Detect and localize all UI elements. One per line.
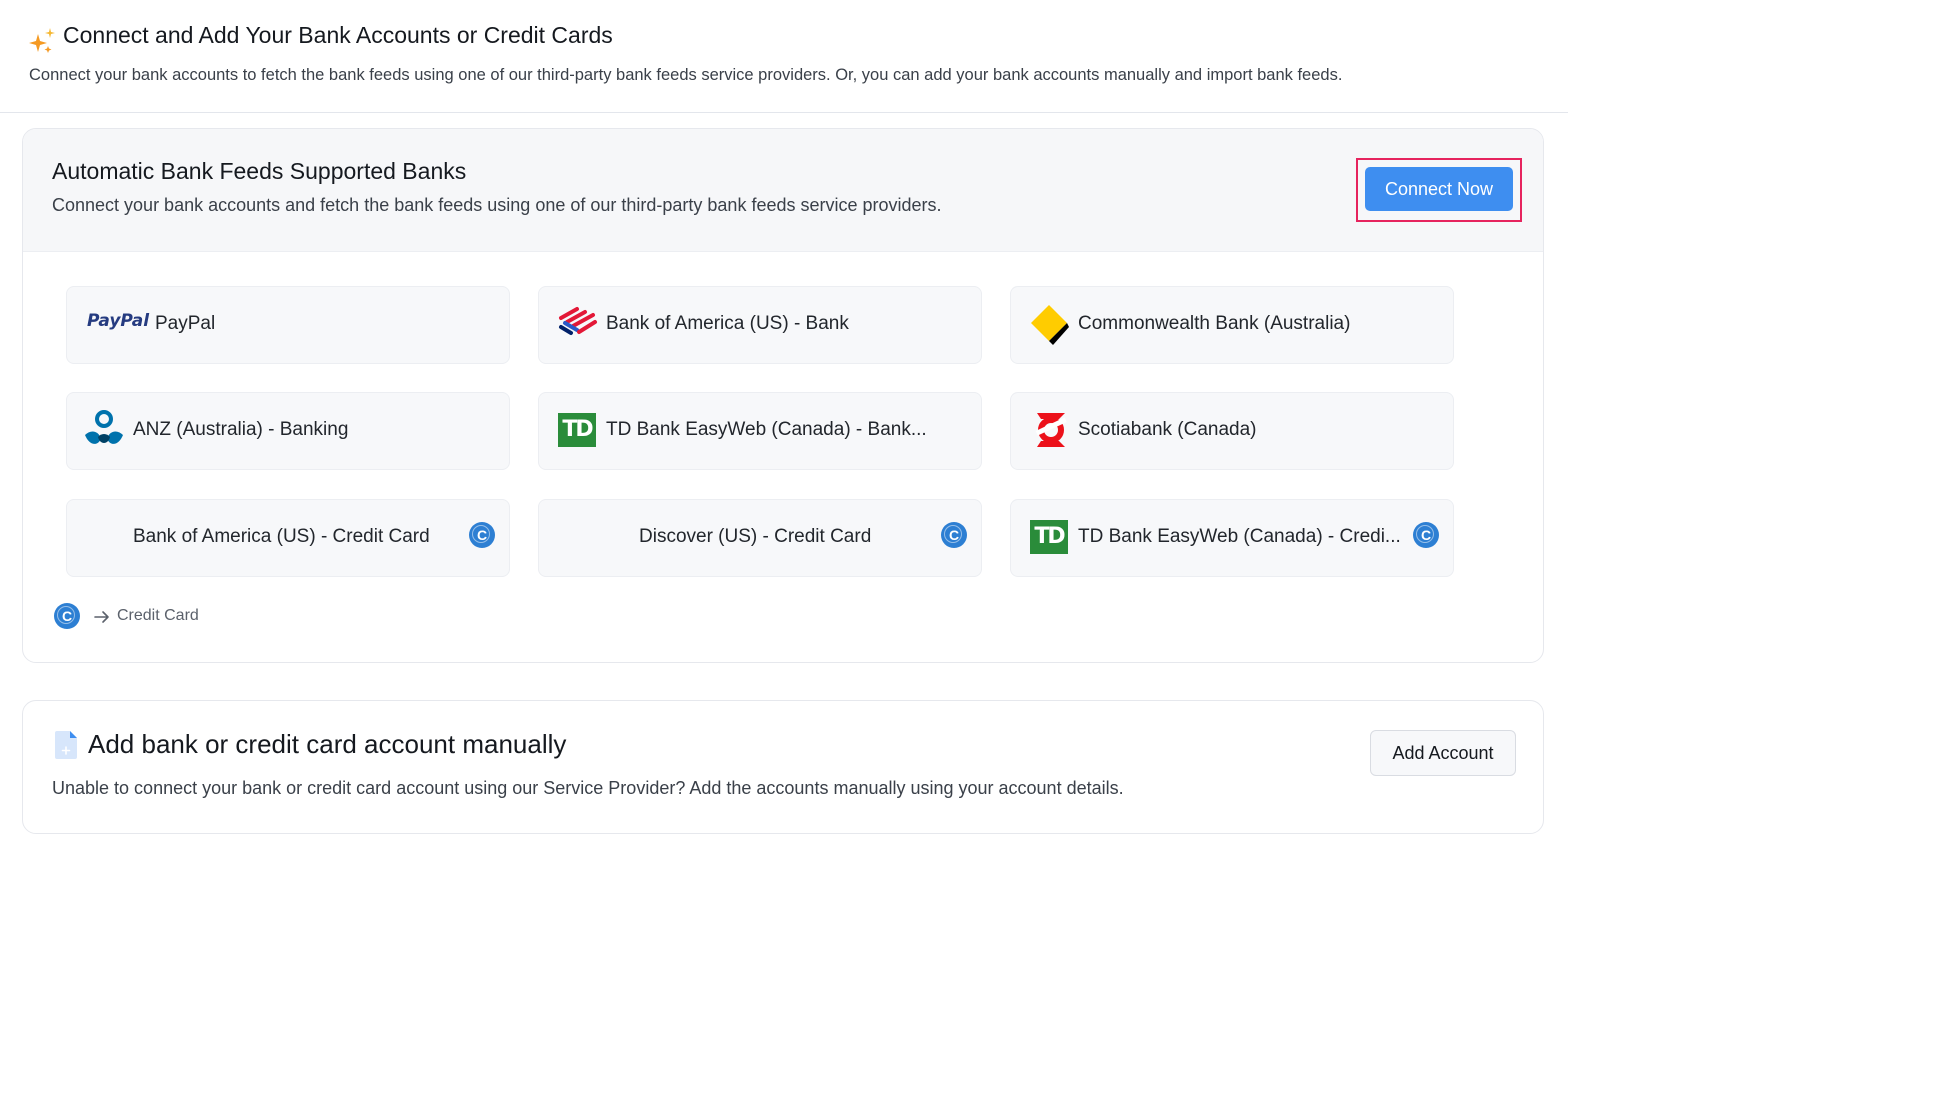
anz-logo-icon bbox=[85, 410, 123, 444]
paypal-logo-icon: PayPal bbox=[87, 311, 149, 331]
bank-tile-bank-of-america-credit-card[interactable]: Bank of America (US) - Credit Card C bbox=[66, 499, 510, 577]
bank-name: Bank of America (US) - Credit Card bbox=[133, 526, 430, 547]
bank-tile-td-bank[interactable]: TD TD Bank EasyWeb (Canada) - Bank... bbox=[538, 392, 982, 470]
bank-tile-commonwealth-bank[interactable]: Commonwealth Bank (Australia) bbox=[1010, 286, 1454, 364]
td-logo-text: TD bbox=[562, 417, 593, 442]
bank-tile-scotiabank[interactable]: Scotiabank (Canada) bbox=[1010, 392, 1454, 470]
section-title: Add bank or credit card account manually bbox=[88, 729, 567, 759]
manual-account-card: Add bank or credit card account manually… bbox=[22, 700, 1544, 834]
scotiabank-logo-icon bbox=[1035, 413, 1067, 447]
paypal-logo-text: PayPal bbox=[87, 311, 150, 331]
page-description: Connect your bank accounts to fetch the … bbox=[29, 66, 1343, 84]
td-logo-icon: TD bbox=[558, 413, 596, 447]
section-title: Automatic Bank Feeds Supported Banks bbox=[52, 158, 467, 184]
bank-tile-bank-of-america[interactable]: Bank of America (US) - Bank bbox=[538, 286, 982, 364]
bank-tile-anz[interactable]: ANZ (Australia) - Banking bbox=[66, 392, 510, 470]
document-add-icon bbox=[55, 731, 77, 759]
bank-name: Bank of America (US) - Bank bbox=[606, 313, 849, 334]
arrow-right-icon bbox=[94, 611, 109, 623]
sparkle-icon bbox=[29, 28, 55, 53]
credit-card-badge-icon: C bbox=[941, 522, 967, 548]
bank-name: ANZ (Australia) - Banking bbox=[133, 419, 349, 440]
bank-name: TD Bank EasyWeb (Canada) - Credi... bbox=[1078, 526, 1401, 547]
connect-now-button[interactable]: Connect Now bbox=[1365, 167, 1513, 211]
automatic-bank-feeds-header: Automatic Bank Feeds Supported Banks Con… bbox=[23, 129, 1543, 252]
credit-card-badge-icon: C bbox=[54, 603, 80, 629]
bank-name: Commonwealth Bank (Australia) bbox=[1078, 313, 1351, 334]
credit-card-legend: C Credit Card bbox=[54, 603, 354, 631]
credit-card-badge-icon: C bbox=[1413, 522, 1439, 548]
td-logo-text: TD bbox=[1034, 524, 1065, 549]
legend-label: Credit Card bbox=[117, 607, 199, 624]
bank-tile-discover-credit-card[interactable]: Discover (US) - Credit Card C bbox=[538, 499, 982, 577]
page-header: Connect and Add Your Bank Accounts or Cr… bbox=[0, 0, 1568, 113]
bank-name: Discover (US) - Credit Card bbox=[639, 526, 872, 547]
credit-card-badge-icon: C bbox=[469, 522, 495, 548]
connect-now-highlight: Connect Now bbox=[1356, 158, 1522, 222]
section-description: Connect your bank accounts and fetch the… bbox=[52, 195, 942, 215]
bank-tile-td-bank-credit-card[interactable]: TD TD Bank EasyWeb (Canada) - Credi... C bbox=[1010, 499, 1454, 577]
page-title: Connect and Add Your Bank Accounts or Cr… bbox=[63, 22, 613, 48]
automatic-bank-feeds-card: Automatic Bank Feeds Supported Banks Con… bbox=[22, 128, 1544, 663]
section-description: Unable to connect your bank or credit ca… bbox=[52, 778, 1124, 798]
bank-name: TD Bank EasyWeb (Canada) - Bank... bbox=[606, 419, 927, 440]
add-account-button[interactable]: Add Account bbox=[1370, 730, 1516, 776]
bank-name: Scotiabank (Canada) bbox=[1078, 419, 1257, 440]
bank-of-america-logo-icon bbox=[559, 307, 597, 335]
commonwealth-bank-logo-icon bbox=[1031, 305, 1069, 345]
bank-name: PayPal bbox=[155, 313, 216, 334]
td-logo-icon: TD bbox=[1030, 520, 1068, 554]
bank-tile-paypal[interactable]: PayPal PayPal bbox=[66, 286, 510, 364]
